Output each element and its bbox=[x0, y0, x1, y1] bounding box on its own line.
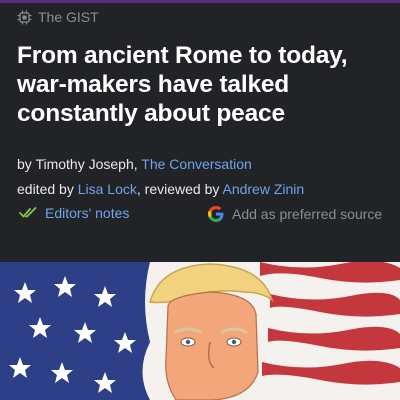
preferred-source-label: Add as preferred source bbox=[232, 206, 383, 222]
add-preferred-source-button[interactable]: Add as preferred source bbox=[207, 204, 382, 224]
article-headline: From ancient Rome to today, war-makers h… bbox=[17, 42, 348, 127]
reviewed-prefix: , reviewed by bbox=[136, 181, 223, 197]
byline-prefix: by bbox=[17, 156, 36, 172]
credits-line: edited by Lisa Lock, reviewed by Andrew … bbox=[17, 180, 304, 198]
chip-icon bbox=[17, 10, 32, 25]
editor-link[interactable]: Lisa Lock bbox=[78, 181, 137, 197]
editors-notes-button[interactable]: Editors' notes bbox=[19, 204, 129, 222]
gist-label: The GIST bbox=[38, 9, 99, 25]
double-check-icon bbox=[19, 206, 37, 220]
author-name: Timothy Joseph bbox=[35, 156, 134, 172]
article-illustration bbox=[0, 262, 400, 400]
editors-notes-label: Editors' notes bbox=[45, 205, 130, 221]
reviewer-link[interactable]: Andrew Zinin bbox=[222, 181, 304, 197]
publisher-link[interactable]: The Conversation bbox=[141, 156, 252, 172]
gist-section-label: The GIST bbox=[17, 8, 99, 26]
google-icon bbox=[207, 205, 225, 223]
edited-prefix: edited by bbox=[17, 181, 78, 197]
top-accent-strip bbox=[0, 0, 400, 3]
byline: by Timothy Joseph, The Conversation bbox=[17, 155, 252, 173]
